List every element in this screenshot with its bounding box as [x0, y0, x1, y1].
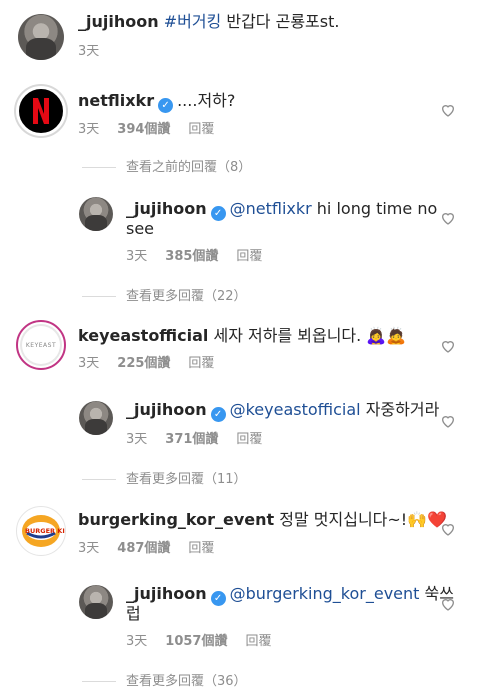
- avatar[interactable]: [18, 14, 64, 60]
- caption-text: _jujihoon #버거킹 반갑다 곤룡포st.: [78, 10, 339, 33]
- username[interactable]: _jujihoon: [126, 199, 207, 218]
- view-more-replies-button[interactable]: 查看更多回覆（36）: [82, 670, 247, 689]
- heart-outline-icon: [441, 524, 455, 536]
- comment-meta: 3天 394個讚 回覆: [78, 118, 232, 137]
- view-previous-replies-button[interactable]: 查看之前的回覆（8）: [82, 156, 251, 175]
- like-count[interactable]: 487個讚: [117, 541, 170, 556]
- heart-outline-icon: [441, 341, 455, 353]
- mention-link[interactable]: @netflixkr: [230, 199, 312, 218]
- like-count[interactable]: 1057個讚: [165, 634, 227, 649]
- username[interactable]: _jujihoon: [78, 12, 159, 31]
- username[interactable]: _jujihoon: [126, 584, 207, 603]
- comment-body: 세자 저하를 뵈옵니다. 🙇‍♀️🙇: [213, 326, 407, 345]
- like-count[interactable]: 394個讚: [117, 122, 170, 137]
- verified-badge-icon: ✓: [210, 407, 226, 422]
- comment-meta: 3天 225個讚 回覆: [78, 352, 232, 371]
- username[interactable]: keyeastofficial: [78, 326, 208, 345]
- timestamp: 3天: [126, 249, 148, 264]
- like-button[interactable]: [440, 521, 456, 537]
- username[interactable]: _jujihoon: [126, 400, 207, 419]
- like-button[interactable]: [440, 210, 456, 226]
- like-button[interactable]: [440, 413, 456, 429]
- like-count[interactable]: 371個讚: [165, 432, 218, 447]
- caption-meta: 3天: [78, 40, 117, 59]
- view-more-replies-button[interactable]: 查看更多回覆（22）: [82, 285, 247, 304]
- reply-button[interactable]: 回覆: [188, 541, 214, 556]
- comment-meta: 3天 385個讚 回覆: [126, 245, 280, 264]
- username[interactable]: burgerking_kor_event: [78, 510, 274, 529]
- keyeast-logo: KEYEAST: [25, 341, 57, 349]
- timestamp: 3天: [78, 541, 100, 556]
- comment-text: keyeastofficial 세자 저하를 뵈옵니다. 🙇‍♀️🙇: [78, 324, 406, 347]
- verified-badge-icon: ✓: [158, 98, 174, 113]
- heart-outline-icon: [441, 213, 455, 225]
- reply-button[interactable]: 回覆: [188, 356, 214, 371]
- mention-link[interactable]: @keyeastofficial: [230, 400, 361, 419]
- mention-link[interactable]: @burgerking_kor_event: [230, 584, 420, 603]
- avatar[interactable]: [79, 197, 113, 231]
- comment-text: netflixkr ✓ ....저하?: [78, 89, 235, 113]
- avatar[interactable]: BURGER KING: [16, 506, 66, 556]
- verified-badge-icon: ✓: [210, 591, 226, 606]
- comment-meta: 3天 1057個讚 回覆: [126, 630, 289, 649]
- reply-text: _jujihoon ✓ @keyeastofficial 자중하거라: [126, 398, 439, 422]
- avatar[interactable]: KEYEAST: [16, 320, 66, 370]
- comment-meta: 3天 487個讚 回覆: [78, 537, 232, 556]
- comment-body: ....저하?: [177, 91, 236, 110]
- comment-text: burgerking_kor_event 정말 멋지십니다~!🙌❤️: [78, 508, 447, 531]
- like-button[interactable]: [440, 596, 456, 612]
- avatar[interactable]: [79, 401, 113, 435]
- reply-button[interactable]: 回覆: [236, 249, 262, 264]
- timestamp: 3天: [126, 634, 148, 649]
- burgerking-logo-text: BURGER KING: [25, 527, 65, 535]
- like-count[interactable]: 385個讚: [165, 249, 218, 264]
- reply-body: 자중하거라: [360, 400, 440, 419]
- timestamp: 3天: [78, 356, 100, 371]
- comment-body: 정말 멋지십니다~!🙌❤️: [279, 510, 448, 529]
- heart-outline-icon: [441, 416, 455, 428]
- avatar[interactable]: [16, 86, 66, 136]
- reply-button[interactable]: 回覆: [245, 634, 271, 649]
- timestamp: 3天: [126, 432, 148, 447]
- reply-button[interactable]: 回覆: [236, 432, 262, 447]
- avatar[interactable]: [79, 585, 113, 619]
- like-button[interactable]: [440, 338, 456, 354]
- verified-badge-icon: ✓: [210, 206, 226, 221]
- netflix-logo-icon: [33, 98, 49, 124]
- timestamp: 3天: [78, 122, 100, 137]
- view-more-replies-button[interactable]: 查看更多回覆（11）: [82, 468, 247, 487]
- heart-outline-icon: [441, 599, 455, 611]
- reply-text: _jujihoon ✓ @netflixkr hi long time no: [126, 197, 437, 221]
- reply-body: hi long time no: [311, 199, 438, 218]
- like-count[interactable]: 225個讚: [117, 356, 170, 371]
- reply-text-continued: see: [126, 219, 155, 238]
- timestamp: 3天: [78, 44, 100, 59]
- reply-text-continued: 럽: [126, 604, 141, 623]
- caption-body: 반갑다 곤룡포st.: [221, 12, 340, 31]
- username[interactable]: netflixkr: [78, 91, 154, 110]
- heart-outline-icon: [441, 105, 455, 117]
- hashtag-link[interactable]: #버거킹: [164, 12, 222, 31]
- reply-text: _jujihoon ✓ @burgerking_kor_event 쑥쓰: [126, 582, 454, 606]
- comment-meta: 3天 371個讚 回覆: [126, 428, 280, 447]
- reply-button[interactable]: 回覆: [188, 122, 214, 137]
- like-button[interactable]: [440, 102, 456, 118]
